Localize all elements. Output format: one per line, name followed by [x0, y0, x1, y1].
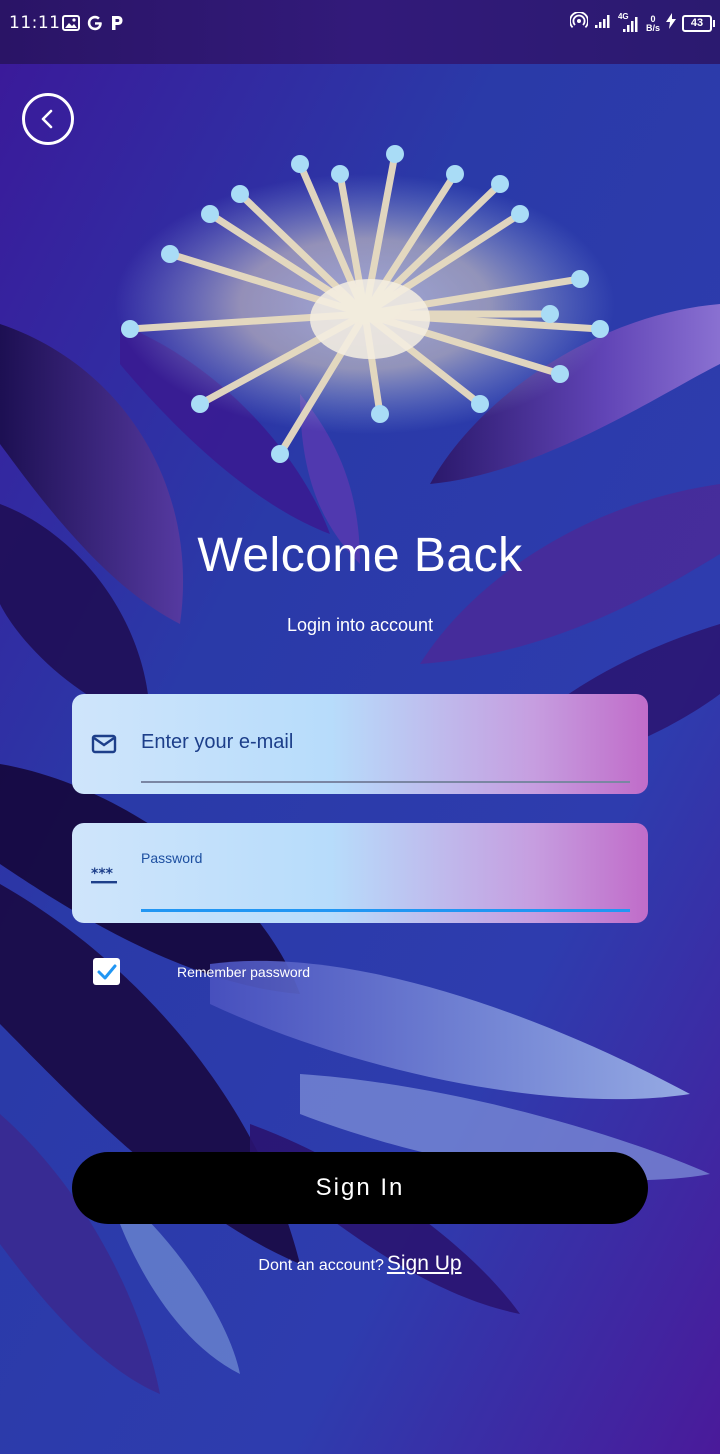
sign-in-button[interactable]: Sign In [72, 1152, 648, 1224]
remember-password-checkbox[interactable] [93, 958, 120, 985]
password-field-container: *** Password [72, 823, 648, 923]
system-icons: 4G 0 B/s 43 [569, 11, 715, 35]
chevron-left-icon [41, 109, 53, 129]
password-label: Password [141, 850, 203, 866]
status-bar: 11:11 4G 0 B/s 43 [0, 0, 720, 64]
hotspot-icon [569, 11, 589, 35]
status-time: 11:11 [9, 13, 61, 33]
signal-icon [594, 13, 612, 34]
back-button[interactable] [22, 93, 74, 145]
remember-password-label: Remember password [177, 963, 311, 980]
page-subtitle: Login into account [286, 615, 434, 635]
password-dots-icon: *** [91, 866, 117, 886]
mail-icon [91, 734, 117, 754]
google-icon [86, 14, 104, 37]
notification-icons [62, 14, 124, 37]
email-input[interactable] [141, 724, 630, 760]
battery-icon: 43 [682, 15, 715, 32]
gallery-icon [62, 15, 80, 36]
password-input[interactable] [141, 873, 630, 907]
password-underline [141, 909, 630, 912]
remember-password-row: Remember password [93, 958, 310, 985]
sign-up-link[interactable]: Sign Up [387, 1252, 462, 1275]
checkmark-icon [97, 964, 116, 979]
svg-text:***: *** [91, 866, 114, 882]
signal-4g-icon: 4G [618, 12, 640, 33]
p-app-icon [110, 14, 124, 37]
signup-row: Dont an account? Sign Up [0, 1252, 720, 1276]
email-underline [141, 781, 630, 783]
net-speed: 0 B/s [645, 14, 660, 33]
login-screen: 11:11 4G 0 B/s 43 Welcome Back Login int… [0, 0, 720, 1454]
net-speed-unit: B/s [645, 22, 660, 33]
signup-prompt: Dont an account? [258, 1257, 384, 1274]
email-field-container [72, 694, 648, 794]
charging-icon [666, 13, 676, 34]
page-title: Welcome Back [197, 529, 523, 582]
